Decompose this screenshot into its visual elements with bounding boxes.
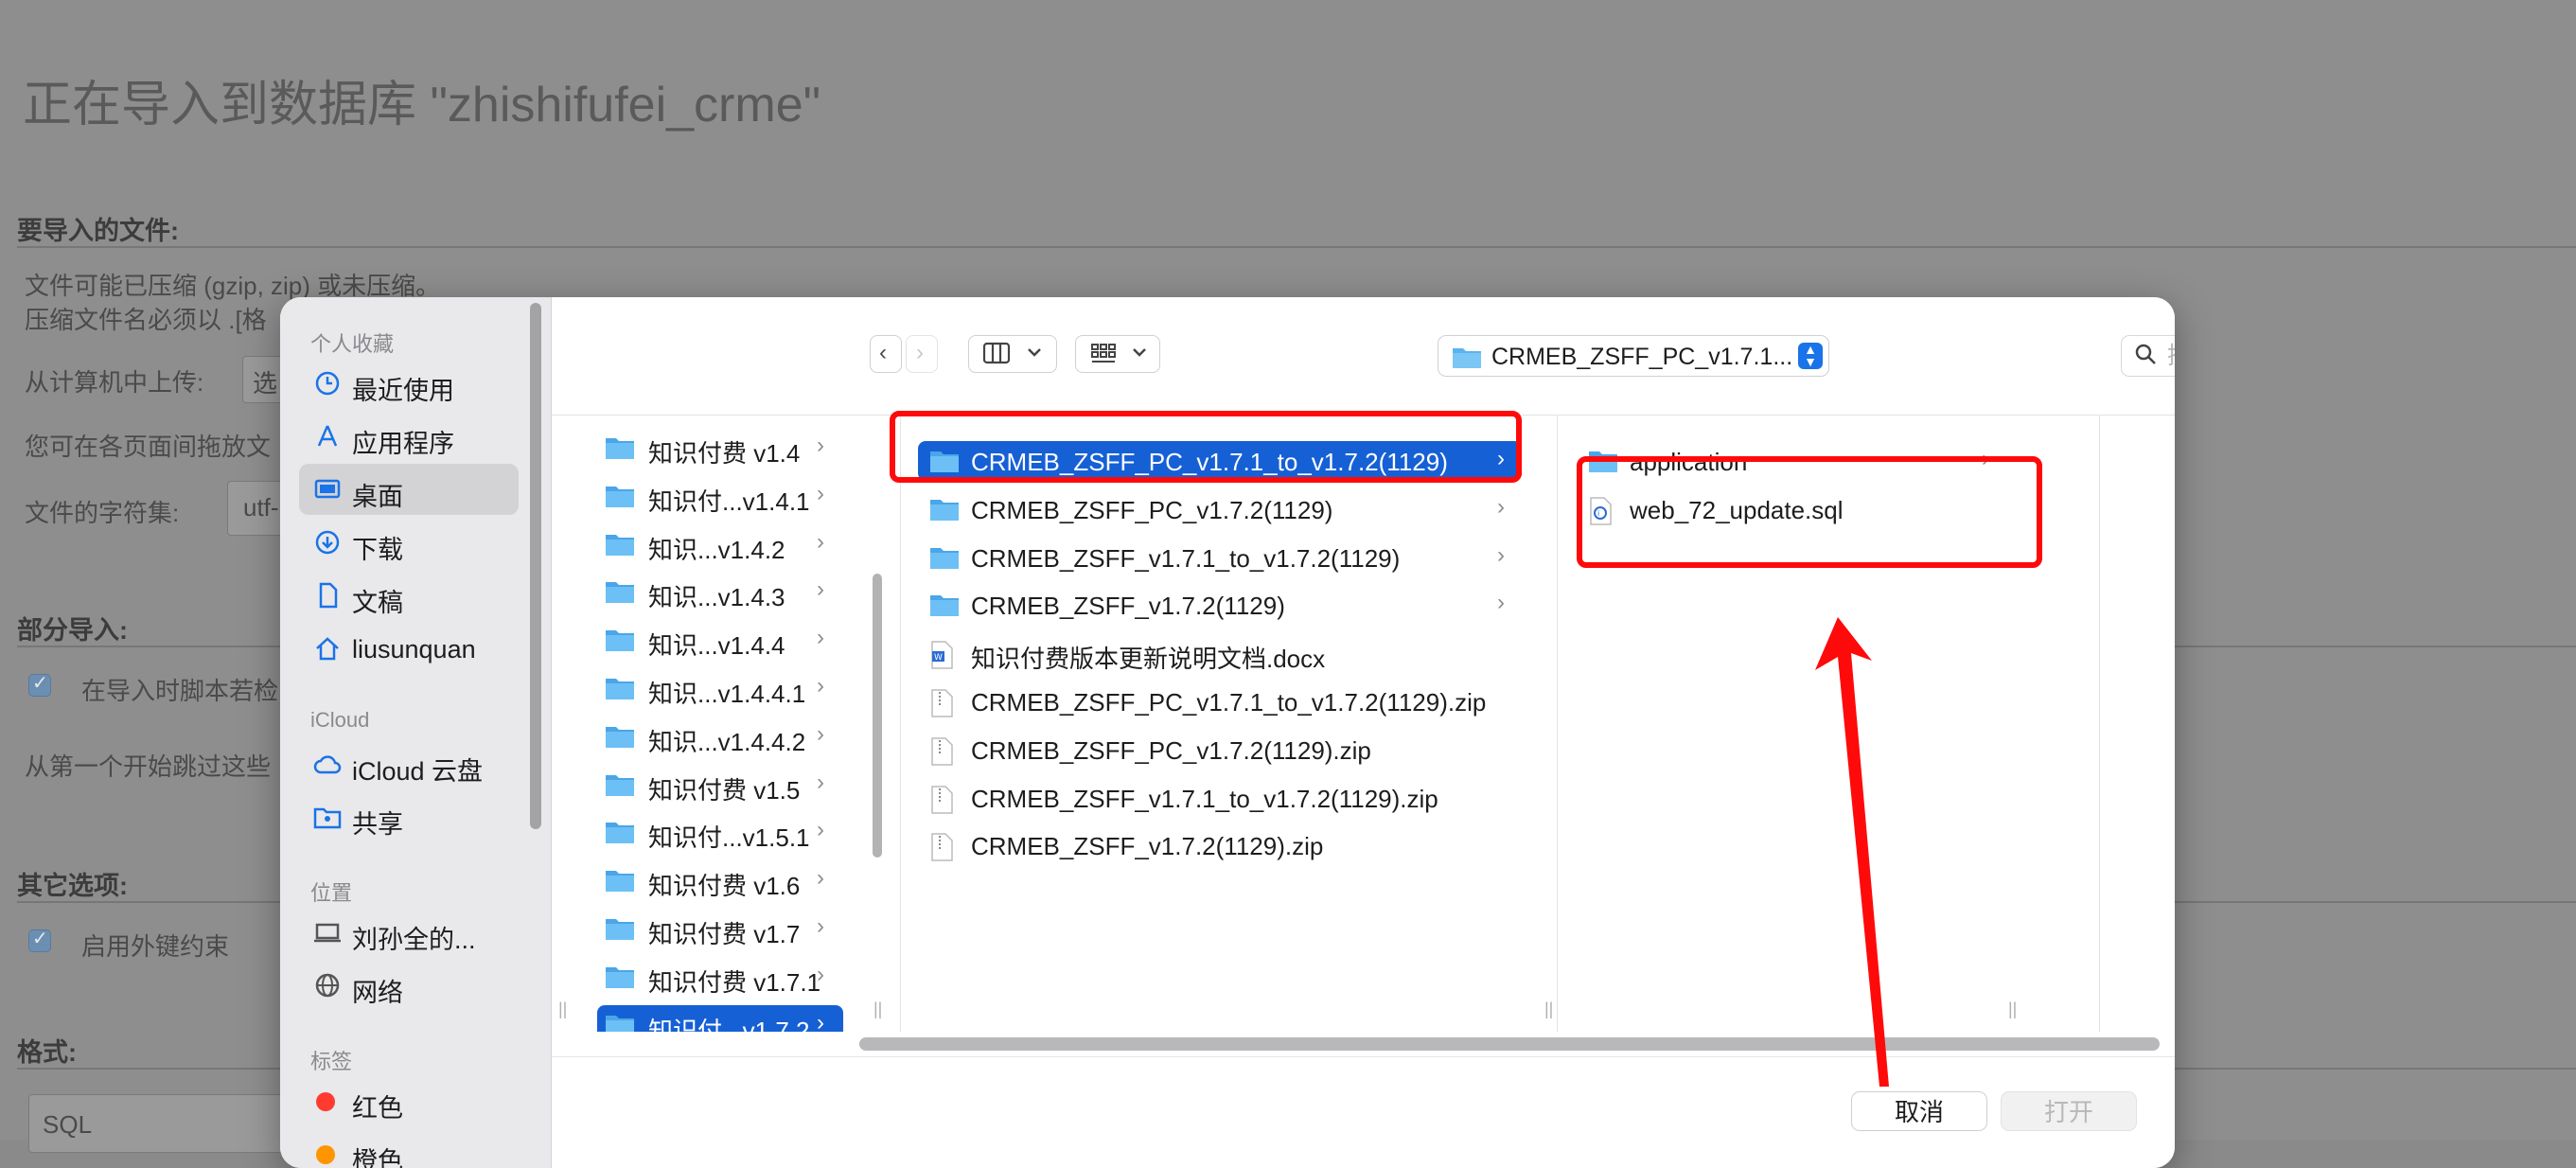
orange-tag-icon: [316, 1145, 335, 1164]
sidebar-item-label: 橙色: [352, 1147, 403, 1168]
annotation-arrow: [1815, 617, 1889, 1087]
